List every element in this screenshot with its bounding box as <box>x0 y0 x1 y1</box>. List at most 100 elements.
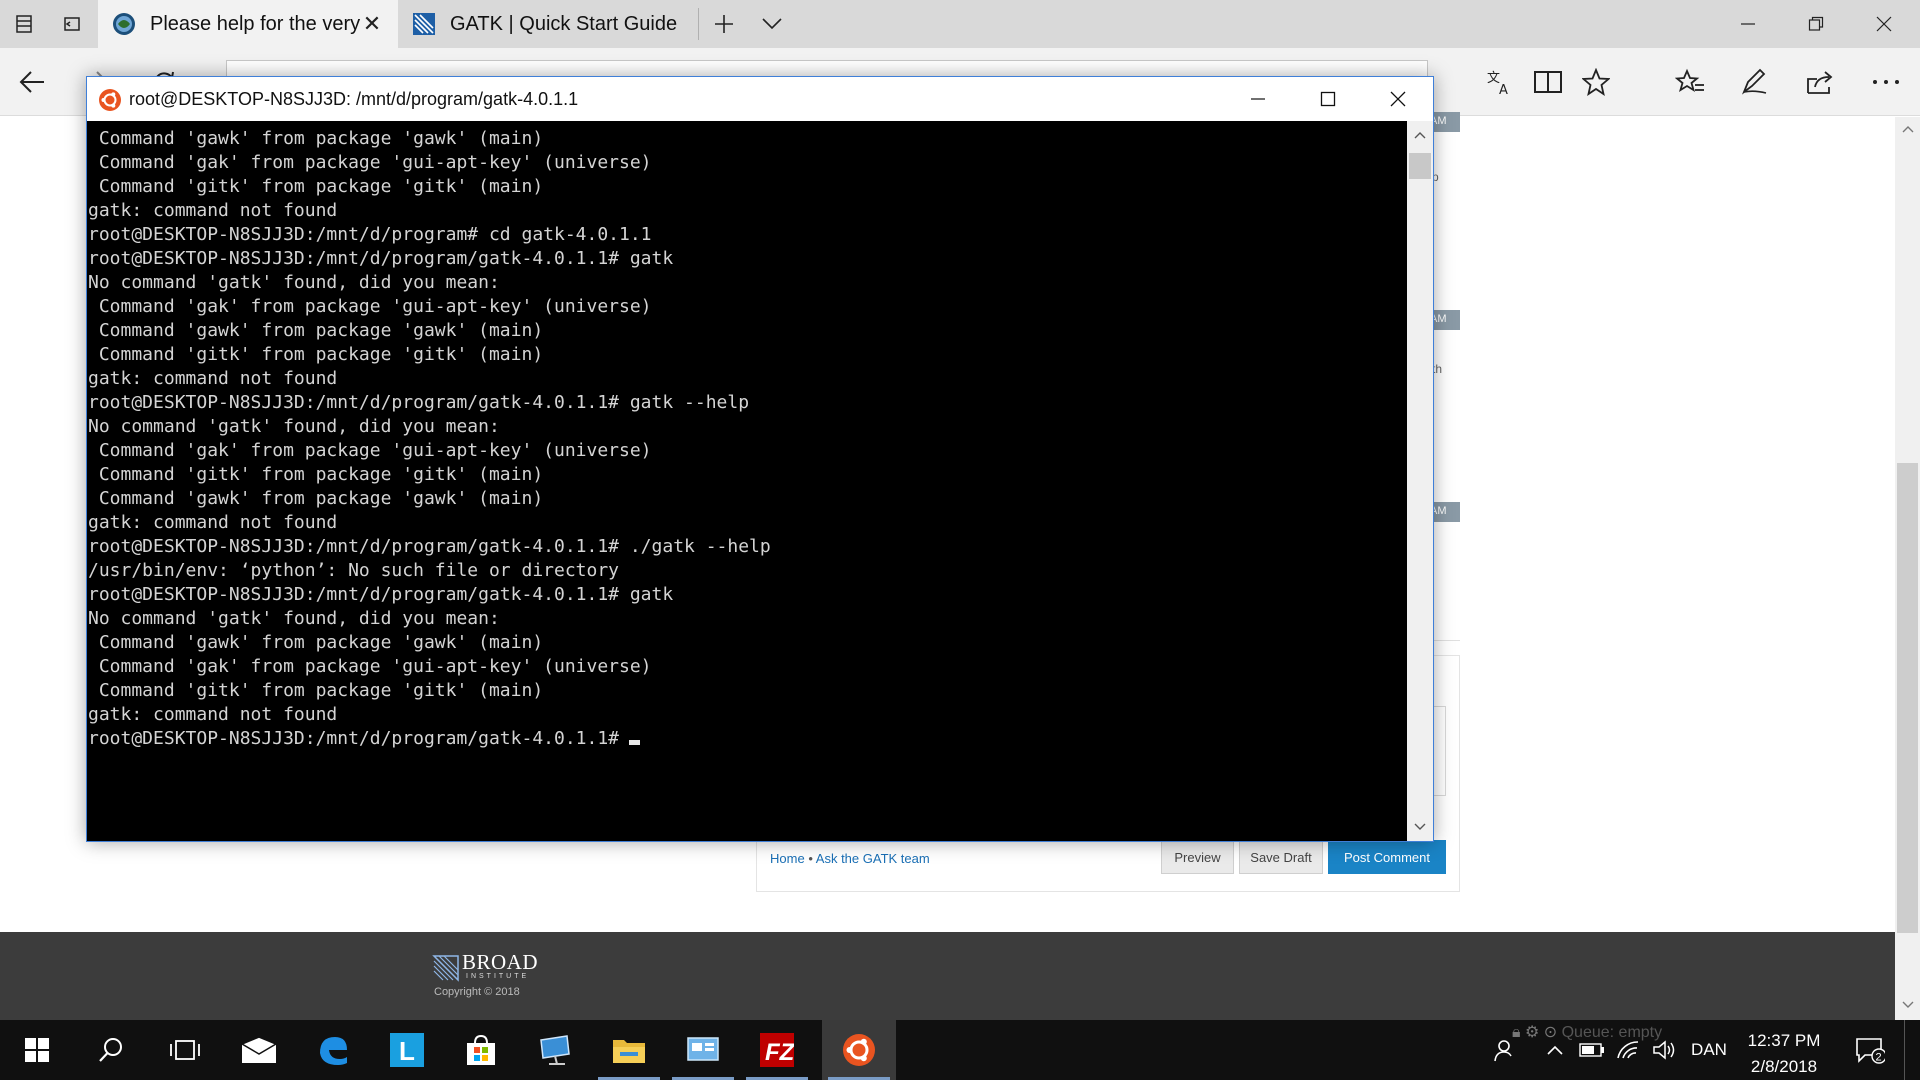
search-icon[interactable] <box>74 1020 148 1080</box>
terminal-scrollbar[interactable] <box>1407 121 1433 841</box>
reading-view-icon[interactable] <box>1524 58 1572 106</box>
page-footer <box>0 932 1895 1020</box>
tabs-aside-icon[interactable] <box>0 0 48 48</box>
new-tab-icon[interactable] <box>700 0 748 48</box>
gatk-icon <box>413 13 435 35</box>
device-icon[interactable] <box>518 1020 592 1080</box>
page-scrollbar-thumb[interactable] <box>1897 463 1918 933</box>
web-note-pen-icon[interactable] <box>1730 58 1778 106</box>
broad-logo-name: BROAD <box>462 950 539 974</box>
task-view-icon[interactable] <box>148 1020 222 1080</box>
lync-icon[interactable]: L <box>370 1020 444 1080</box>
terminal-line: Command 'gitk' from package 'gitk' (main… <box>88 680 544 701</box>
ubuntu-taskbar-icon[interactable] <box>822 1020 896 1080</box>
store-icon[interactable] <box>444 1020 518 1080</box>
favorite-star-icon[interactable] <box>1572 58 1620 106</box>
scroll-up-arrow-icon[interactable] <box>1897 120 1918 138</box>
terminal-line: Command 'gak' from package 'gui-apt-key'… <box>88 296 652 317</box>
filezilla-queue-status: 🔒︎ ⚙︎ ⊙︎ Queue: empty <box>1512 1022 1662 1042</box>
restore-icon[interactable] <box>1782 0 1850 48</box>
terminal-lines: Command 'gawk' from package 'gawk' (main… <box>88 127 1407 727</box>
terminal-line: No command 'gatk' found, did you mean: <box>88 416 500 437</box>
more-options-icon[interactable] <box>1862 58 1910 106</box>
action-center-icon[interactable]: 2 <box>1852 1020 1888 1080</box>
terminal-line: Command 'gitk' from package 'gitk' (main… <box>88 344 544 365</box>
chevron-down-icon[interactable] <box>748 0 796 48</box>
terminal-line: Command 'gitk' from package 'gitk' (main… <box>88 176 544 197</box>
tab-close-icon[interactable]: ✕ <box>358 10 386 38</box>
svg-text:L: L <box>399 1036 415 1066</box>
save-draft-button[interactable]: Save Draft <box>1239 840 1323 874</box>
terminal-output[interactable]: Command 'gawk' from package 'gawk' (main… <box>87 121 1407 841</box>
scroll-down-arrow-icon[interactable] <box>1897 996 1918 1014</box>
file-explorer-icon[interactable] <box>592 1020 666 1080</box>
minimize-icon[interactable] <box>1714 0 1782 48</box>
filezilla-icon[interactable]: FZ <box>740 1020 814 1080</box>
terminal-line: Command 'gak' from package 'gui-apt-key'… <box>88 152 652 173</box>
tab-please-help[interactable]: Please help for the very ✕ <box>98 0 398 48</box>
notification-count: 2 <box>1876 1052 1882 1064</box>
clock-time: 12:37 PM <box>1747 1031 1821 1050</box>
start-button[interactable] <box>0 1020 74 1080</box>
terminal-scroll-down-icon[interactable] <box>1407 815 1433 839</box>
terminal-line: Command 'gitk' from package 'gitk' (main… <box>88 464 544 485</box>
terminal-line: gatk: command not found <box>88 200 338 221</box>
terminal-line: Command 'gawk' from package 'gawk' (main… <box>88 320 544 341</box>
queue-lock-icon: 🔒︎ ⚙︎ ⊙︎ <box>1512 1024 1562 1041</box>
input-language-indicator[interactable]: DAN <box>1686 1020 1732 1080</box>
terminal-line: Command 'gak' from package 'gui-apt-key'… <box>88 656 652 677</box>
tab-gatk-quick-start[interactable]: GATK | Quick Start Guide <box>398 0 698 48</box>
edge-browser-icon[interactable] <box>296 1020 370 1080</box>
terminal-line: root@DESKTOP-N8SJJ3D:/mnt/d/program/gatk… <box>88 392 750 413</box>
tab-divider <box>698 8 699 40</box>
terminal-line: root@DESKTOP-N8SJJ3D:/mnt/d/program# cd … <box>88 224 652 245</box>
terminal-maximize-icon[interactable] <box>1293 77 1363 121</box>
breadcrumb-home-link[interactable]: Home <box>770 851 805 866</box>
terminal-prompt-line[interactable]: root@DESKTOP-N8SJJ3D:/mnt/d/program/gatk… <box>88 727 1407 751</box>
terminal-line: Command 'gak' from package 'gui-apt-key'… <box>88 440 652 461</box>
terminal-line: Command 'gawk' from package 'gawk' (main… <box>88 632 544 653</box>
terminal-minimize-icon[interactable] <box>1223 77 1293 121</box>
globe-icon <box>113 13 135 35</box>
terminal-line: gatk: command not found <box>88 368 338 389</box>
tab-preview-icon[interactable] <box>48 0 96 48</box>
terminal-line: root@DESKTOP-N8SJJ3D:/mnt/d/program/gatk… <box>88 584 674 605</box>
terminal-window[interactable]: root@DESKTOP-N8SJJ3D: /mnt/d/program/gat… <box>86 76 1434 842</box>
translate-icon[interactable]: 文A <box>1476 58 1524 106</box>
svg-text:FZ: FZ <box>765 1039 794 1066</box>
queue-text: Queue: empty <box>1561 1024 1663 1041</box>
show-desktop-button[interactable] <box>1904 1020 1920 1080</box>
terminal-title-bar[interactable]: root@DESKTOP-N8SJJ3D: /mnt/d/program/gat… <box>87 77 1433 121</box>
broad-logo-subtitle: INSTITUTE <box>466 973 530 980</box>
terminal-scroll-up-icon[interactable] <box>1407 123 1433 147</box>
ubuntu-icon <box>99 89 121 111</box>
breadcrumb-separator: • <box>808 851 813 866</box>
terminal-line: Command 'gawk' from package 'gawk' (main… <box>88 488 544 509</box>
clock-date: 2/8/2018 <box>1750 1057 1818 1076</box>
windows-logo-icon <box>25 1038 49 1062</box>
favorites-hub-icon[interactable] <box>1666 58 1714 106</box>
terminal-line: gatk: command not found <box>88 704 338 725</box>
breadcrumb-section-link[interactable]: Ask the GATK team <box>816 851 930 866</box>
close-icon[interactable] <box>1850 0 1918 48</box>
preview-button[interactable]: Preview <box>1161 840 1234 874</box>
control-panel-icon[interactable] <box>666 1020 740 1080</box>
terminal-line: No command 'gatk' found, did you mean: <box>88 608 500 629</box>
system-clock[interactable]: 12:37 PM 2/8/2018 <box>1736 1028 1832 1080</box>
terminal-close-icon[interactable] <box>1363 77 1433 121</box>
terminal-line: /usr/bin/env: ‘python’: No such file or … <box>88 560 620 581</box>
mail-icon[interactable] <box>222 1020 296 1080</box>
terminal-scrollbar-thumb[interactable] <box>1409 153 1431 179</box>
tab-label: Please help for the very <box>150 12 361 35</box>
terminal-title: root@DESKTOP-N8SJJ3D: /mnt/d/program/gat… <box>129 89 579 109</box>
breadcrumb: Home • Ask the GATK team <box>770 851 930 866</box>
browser-tab-bar: Please help for the very ✕ GATK | Quick … <box>0 0 1920 48</box>
share-icon[interactable] <box>1796 58 1844 106</box>
terminal-prompt: root@DESKTOP-N8SJJ3D:/mnt/d/program/gatk… <box>88 728 620 749</box>
back-arrow-icon[interactable] <box>8 58 56 106</box>
copyright-text: Copyright © 2018 <box>434 986 520 998</box>
svg-text:A: A <box>1499 83 1508 96</box>
terminal-line: root@DESKTOP-N8SJJ3D:/mnt/d/program/gatk… <box>88 248 674 269</box>
post-comment-button[interactable]: Post Comment <box>1328 840 1446 874</box>
tab-label: GATK | Quick Start Guide <box>450 12 678 35</box>
